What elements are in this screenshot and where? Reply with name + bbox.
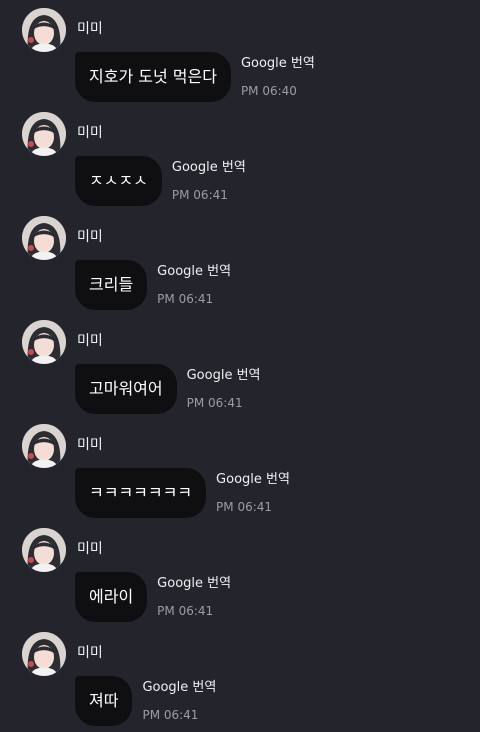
message-item: 미미 에라이 Google 번역 PM 06:41: [0, 520, 480, 624]
message-bubble[interactable]: ㅋㅋㅋㅋㅋㅋㅋ: [75, 468, 207, 518]
message-item: 미미 ㅈㅅㅈㅅ Google 번역 PM 06:41: [0, 104, 480, 208]
google-translate-link[interactable]: Google 번역: [157, 576, 231, 592]
message-timestamp: PM 06:41: [186, 396, 243, 410]
message-timestamp: PM 06:41: [142, 708, 199, 722]
message-bubble[interactable]: ㅈㅅㅈㅅ: [75, 156, 162, 206]
avatar[interactable]: [22, 8, 66, 52]
sender-name: 미미: [77, 541, 103, 557]
avatar[interactable]: [22, 632, 66, 676]
sender-name: 미미: [77, 437, 103, 453]
message-timestamp: PM 06:41: [216, 500, 273, 514]
google-translate-link[interactable]: Google 번역: [142, 680, 216, 696]
message-item: 미미 고마워여어 Google 번역 PM 06:41: [0, 312, 480, 416]
chat-message-list: 미미 지호가 도넛 먹은다 Google 번역 PM 06:40 미미 ㅈㅅㅈㅅ: [0, 0, 480, 732]
sender-name: 미미: [77, 333, 103, 349]
message-timestamp: PM 06:41: [157, 292, 214, 306]
message-item: 미미 져따 Google 번역 PM 06:41: [0, 624, 480, 728]
avatar[interactable]: [22, 216, 66, 260]
message-timestamp: PM 06:40: [240, 84, 297, 98]
message-item: 미미 크리들 Google 번역 PM 06:41: [0, 208, 480, 312]
message-bubble[interactable]: 고마워여어: [75, 364, 177, 414]
avatar[interactable]: [22, 112, 66, 156]
message-bubble[interactable]: 져따: [75, 676, 133, 726]
google-translate-link[interactable]: Google 번역: [216, 472, 290, 488]
google-translate-link[interactable]: Google 번역: [157, 264, 231, 280]
google-translate-link[interactable]: Google 번역: [172, 160, 246, 176]
avatar[interactable]: [22, 528, 66, 572]
sender-name: 미미: [77, 229, 103, 245]
google-translate-link[interactable]: Google 번역: [187, 368, 261, 384]
message-timestamp: PM 06:41: [171, 188, 228, 202]
message-timestamp: PM 06:41: [157, 604, 214, 618]
sender-name: 미미: [77, 645, 103, 661]
message-bubble[interactable]: 크리들: [75, 260, 148, 310]
avatar[interactable]: [22, 320, 66, 364]
sender-name: 미미: [77, 125, 103, 141]
sender-name: 미미: [77, 21, 103, 37]
avatar[interactable]: [22, 424, 66, 468]
google-translate-link[interactable]: Google 번역: [241, 56, 315, 72]
message-item: 미미 ㅋㅋㅋㅋㅋㅋㅋ Google 번역 PM 06:41: [0, 416, 480, 520]
message-bubble[interactable]: 에라이: [75, 572, 148, 622]
message-item: 미미 지호가 도넛 먹은다 Google 번역 PM 06:40: [0, 0, 480, 104]
message-bubble[interactable]: 지호가 도넛 먹은다: [75, 52, 231, 102]
